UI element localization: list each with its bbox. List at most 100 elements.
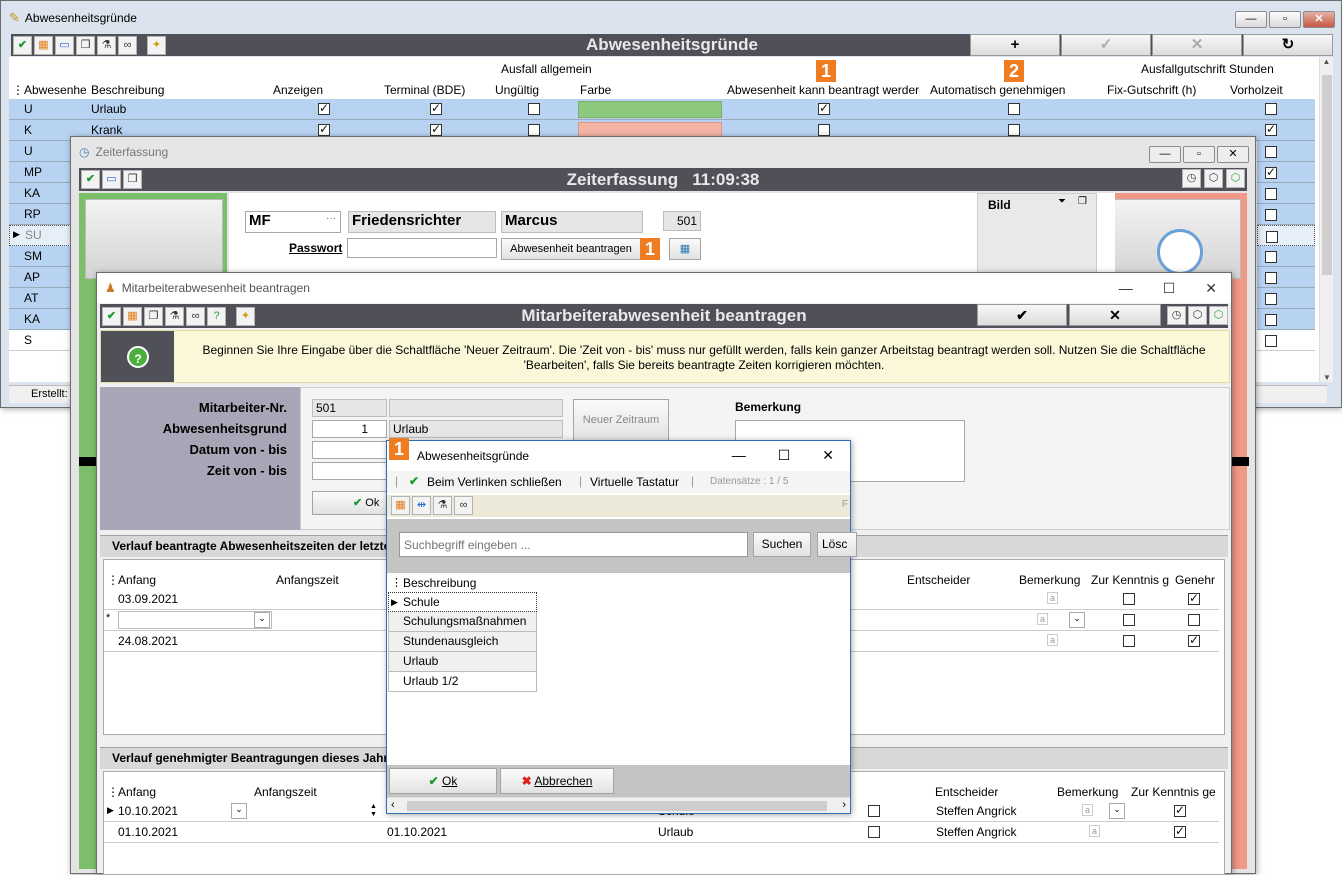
discard-record-button[interactable]: ✕ [1152,34,1242,56]
box-icon[interactable]: ⬡ [1188,305,1207,325]
column-header-anfang[interactable]: Anfang [118,573,156,587]
column-header-bemerkung[interactable]: Bemerkung [1057,785,1118,799]
menu-close-on-link[interactable]: Beim Verlinken schließen [427,475,562,489]
color-swatch[interactable] [578,101,722,118]
checkbox-vorholzeit[interactable] [1265,271,1277,284]
scroll-left-icon[interactable]: ‹ [391,799,395,811]
list-item[interactable]: S [9,330,71,351]
save-record-button[interactable]: ✓ [1061,34,1151,56]
vertical-scrollbar[interactable]: ▲ ▼ [1319,57,1333,382]
list-item[interactable]: U [9,141,71,162]
column-header-farbe[interactable]: Farbe [580,83,611,97]
grid-icon[interactable]: ▦ [123,306,142,326]
checkbox-ungueltig[interactable] [528,103,540,115]
column-header-anfangszeit[interactable]: Anfangszeit [254,785,317,799]
column-header-beantragt[interactable]: Abwesenheit kann beantragt werder [727,83,923,97]
checkbox-vorholzeit[interactable] [1265,122,1277,136]
chevron-down-icon[interactable]: ⌄ [231,803,247,819]
column-header-entscheider[interactable]: Entscheider [907,573,970,587]
copy-icon[interactable]: ❐ [76,35,95,55]
checkbox-anzeigen[interactable] [318,122,330,136]
ok-button[interactable]: ✔ [977,304,1067,326]
column-menu-icon[interactable]: ⋮ [391,576,402,589]
menu-virtual-keyboard[interactable]: Virtuelle Tastatur [590,475,679,489]
bild-restore-icon[interactable]: ❐ [1078,196,1087,207]
checkbox-vorholzeit[interactable] [1265,334,1277,347]
anfang-dropdown[interactable] [118,611,272,629]
table-row[interactable]: 01.10.2021 01.10.2021 Urlaub Steffen Ang… [104,822,1219,843]
checkbox-genehmigt[interactable] [1188,633,1200,647]
chevron-down-icon[interactable]: ⌄ [1109,803,1125,819]
search-input[interactable] [399,532,748,557]
grid-icon[interactable]: ▦ [391,496,410,515]
list-item[interactable]: AT [9,288,71,309]
checkbox-terminal[interactable] [430,101,442,115]
passwort-field[interactable] [347,238,497,258]
column-header-anfangszeit[interactable]: Anfangszeit [276,573,339,587]
checkbox-genehmigt[interactable] [1188,591,1200,605]
column-header-anzeigen[interactable]: Anzeigen [273,83,323,97]
column-header-vorholzeit[interactable]: Vorholzeit [1230,83,1283,97]
box-icon[interactable]: ⬡ [1204,169,1223,188]
filter-icon[interactable]: ⚗ [165,306,184,326]
clear-button[interactable]: Lösc [817,532,857,557]
add-record-button[interactable]: + [970,34,1060,56]
checkbox-kenntnis[interactable] [1123,635,1135,647]
checkbox-ungueltig[interactable] [528,124,540,136]
memo-icon[interactable]: a [1082,804,1094,816]
clock-icon[interactable]: ◷ [1167,305,1186,325]
checkbox-kenntnis[interactable] [1174,803,1186,817]
copy-icon[interactable]: ❐ [144,306,163,326]
abwesenheit-beantragen-button[interactable]: Abwesenheit beantragen [501,238,641,260]
checkbox-genehmigt[interactable] [1188,614,1200,626]
box-export-icon[interactable]: ⬡ [1209,305,1228,325]
list-item[interactable]: MP [9,162,71,183]
maximize-button[interactable]: ☐ [1163,280,1176,297]
checkbox-cell[interactable] [868,805,880,817]
checkbox-automatisch[interactable] [1008,124,1020,136]
column-header-automatisch[interactable]: Automatisch genehmigen [930,83,1065,97]
checkbox-anzeigen[interactable] [318,101,330,115]
refresh-button[interactable]: ↻ [1243,34,1333,56]
confirm-icon[interactable]: ✔ [102,306,121,326]
checkbox-vorholzeit[interactable] [1266,230,1278,243]
ellipsis-icon[interactable]: ··· [326,213,336,224]
binoculars-icon[interactable]: ∞ [118,35,137,55]
column-header-menu-icon[interactable]: ⋮ [12,83,24,97]
minimize-button[interactable]: — [1149,146,1181,163]
memo-icon[interactable]: a [1089,825,1101,837]
column-header-genehmigt[interactable]: Genehr [1175,573,1215,587]
cancel-button[interactable]: ✖ Abbrechen [500,768,614,794]
window-icon[interactable]: ▭ [102,170,121,189]
confirm-icon[interactable]: ✔ [81,170,100,189]
list-item[interactable]: KA [9,183,71,204]
bild-dropdown-icon[interactable]: ⏷ [1058,196,1066,207]
list-item[interactable]: Schulungsmaßnahmen [388,612,537,632]
checkbox-vorholzeit[interactable] [1265,208,1277,221]
column-header-anfang[interactable]: Anfang [118,785,156,799]
spin-icon[interactable]: ▲ ▼ [370,803,380,819]
column-header-entscheider[interactable]: Entscheider [935,785,998,799]
checkbox-beantragt[interactable] [818,124,830,136]
memo-icon[interactable]: a [1037,613,1049,625]
checkbox-vorholzeit[interactable] [1265,313,1277,326]
column-header-bemerkung[interactable]: Bemerkung [1019,573,1080,587]
minimize-button[interactable]: — [1235,11,1267,28]
list-item[interactable]: SM [9,246,71,267]
grund-field[interactable]: 1 [312,420,387,438]
columns-icon[interactable]: ⇹ [412,496,431,515]
column-header-fix-gutschrift[interactable]: Fix-Gutschrift (h) [1107,83,1196,97]
grid-icon[interactable]: ▦ [34,35,53,55]
help-icon[interactable]: ? [207,306,226,326]
chevron-down-icon[interactable]: ⌄ [1069,612,1085,628]
ok-button[interactable]: ✔ Ok [389,768,497,794]
scroll-down-icon[interactable]: ▼ [1320,373,1334,382]
checkbox-terminal[interactable] [430,122,442,136]
checkbox-vorholzeit[interactable] [1265,187,1277,200]
checkbox-vorholzeit[interactable] [1265,250,1277,263]
binoculars-icon[interactable]: ∞ [454,496,473,515]
column-header-terminal[interactable]: Terminal (BDE) [384,83,465,97]
column-header-ungueltig[interactable]: Ungültig [495,83,539,97]
cancel-button[interactable]: ✕ [1069,304,1161,326]
scroll-thumb[interactable] [1322,75,1332,275]
